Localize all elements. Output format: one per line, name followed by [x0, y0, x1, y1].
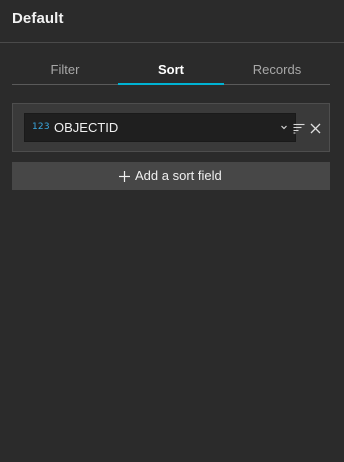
tab-records[interactable]: Records [224, 56, 330, 84]
sort-panel: Default Filter Sort Records 123 OBJECTID [0, 0, 344, 462]
sort-field-name: OBJECTID [54, 120, 119, 135]
tab-bar: Filter Sort Records [12, 56, 330, 85]
close-icon[interactable] [310, 123, 321, 134]
plus-icon [119, 170, 130, 182]
tab-sort[interactable]: Sort [118, 56, 224, 85]
add-sort-field-button[interactable]: Add a sort field [12, 162, 330, 190]
numeric-type-icon: 123 [32, 122, 50, 132]
sort-field-select[interactable]: 123 OBJECTID [24, 113, 296, 142]
panel-header: Default [0, 0, 344, 43]
sort-order-icon[interactable] [293, 123, 305, 134]
tab-filter[interactable]: Filter [12, 56, 118, 84]
sort-field-row: 123 OBJECTID [12, 103, 330, 152]
add-sort-field-label: Add a sort field [135, 168, 222, 183]
chevron-down-icon [281, 125, 287, 130]
panel-title: Default [12, 10, 64, 27]
add-sort-field-content: Add a sort field [119, 168, 222, 183]
